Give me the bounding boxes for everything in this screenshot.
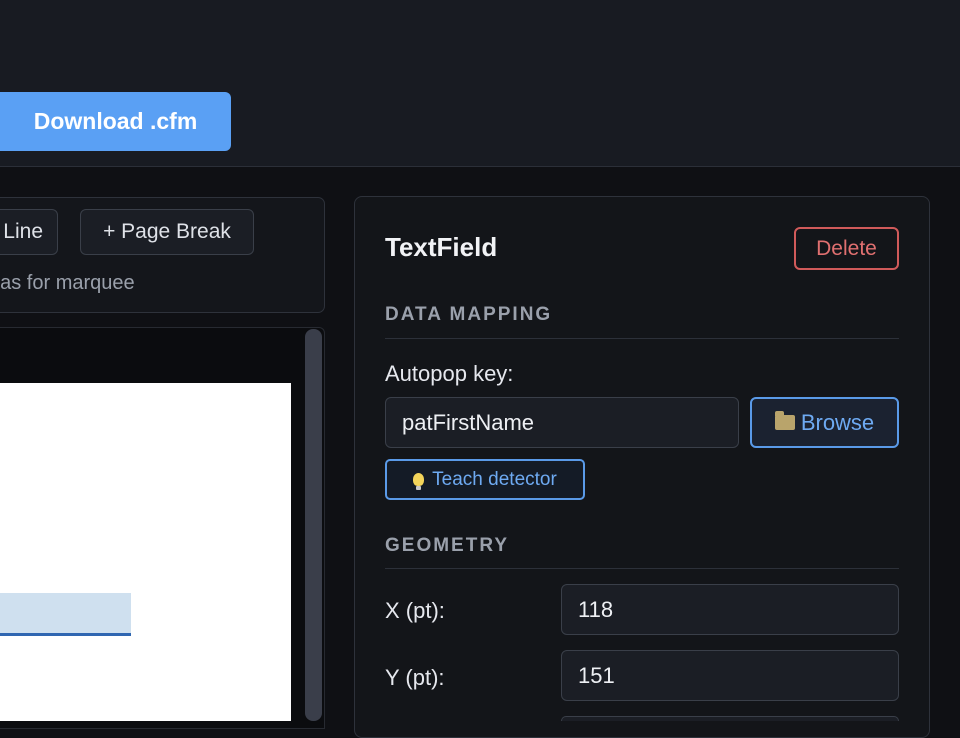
form-page[interactable] bbox=[0, 383, 291, 721]
x-label: X (pt): bbox=[385, 598, 445, 623]
teach-detector-label: Teach detector bbox=[432, 468, 557, 490]
folder-icon bbox=[774, 411, 795, 430]
x-input[interactable]: 118 bbox=[561, 584, 899, 635]
canvas-scrollbar[interactable] bbox=[305, 329, 322, 721]
section-divider bbox=[385, 338, 899, 339]
y-input[interactable]: 151 bbox=[561, 650, 899, 701]
browse-button[interactable]: Browse bbox=[750, 397, 899, 448]
canvas-toolbar: Line + Page Break nvas for marquee bbox=[0, 197, 325, 313]
inspector-title: TextField bbox=[385, 232, 498, 262]
lightbulb-icon bbox=[413, 473, 425, 490]
data-mapping-section-title: DATA MAPPING bbox=[385, 304, 553, 325]
add-page-break-button[interactable]: + Page Break bbox=[80, 209, 254, 255]
autopop-key-input[interactable]: patFirstName bbox=[385, 397, 739, 448]
y-label: Y (pt): bbox=[385, 665, 445, 690]
geometry-section-title: GEOMETRY bbox=[385, 535, 510, 556]
download-cfm-button[interactable]: Download .cfm bbox=[0, 92, 231, 151]
next-field-input[interactable] bbox=[561, 716, 899, 721]
teach-detector-button[interactable]: Teach detector bbox=[385, 459, 585, 500]
selected-text-field[interactable] bbox=[0, 593, 131, 636]
delete-button[interactable]: Delete bbox=[794, 227, 899, 270]
canvas-hint-text: nvas for marquee bbox=[0, 272, 135, 294]
browse-label: Browse bbox=[800, 409, 875, 435]
autopop-key-label: Autopop key: bbox=[385, 361, 514, 386]
section-divider bbox=[385, 568, 899, 569]
add-line-button[interactable]: Line bbox=[0, 209, 58, 255]
